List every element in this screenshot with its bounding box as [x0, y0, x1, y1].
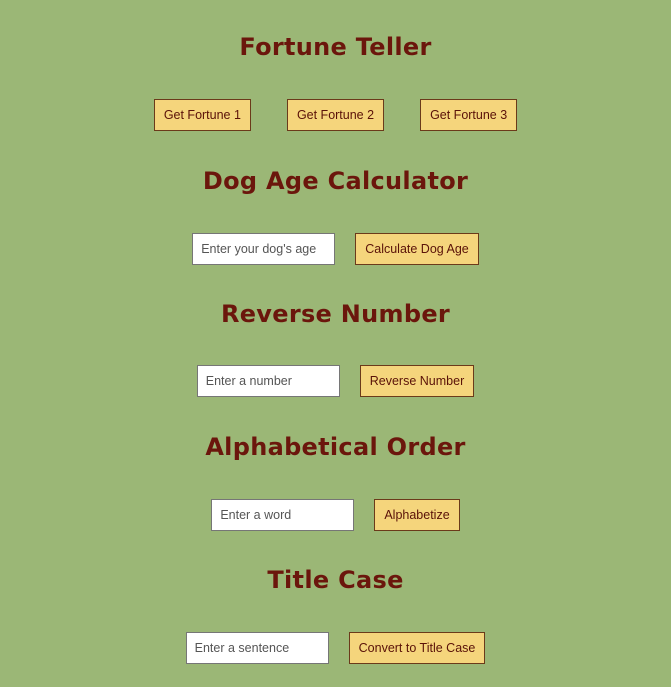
title-case-row: Convert to Title Case [0, 632, 671, 664]
title-case-heading: Title Case [267, 566, 404, 594]
alphabetical-order-row: Alphabetize [0, 499, 671, 531]
convert-to-title-case-button[interactable]: Convert to Title Case [348, 632, 486, 664]
alphabetize-button[interactable]: Alphabetize [374, 499, 460, 531]
get-fortune-3-button[interactable]: Get Fortune 3 [420, 99, 518, 131]
calculate-dog-age-button[interactable]: Calculate Dog Age [355, 233, 479, 265]
reverse-number-heading: Reverse Number [220, 300, 451, 328]
fortune-button-row: Get Fortune 1 Get Fortune 2 Get Fortune … [0, 99, 671, 131]
reverse-number-section: Reverse Number Reverse Number [0, 265, 671, 397]
dog-age-section: Dog Age Calculator Calculate Dog Age [0, 131, 671, 265]
alphabetical-order-section: Alphabetical Order Alphabetize [0, 397, 671, 531]
fortune-teller-heading: Fortune Teller [239, 33, 432, 61]
reverse-number-row: Reverse Number [0, 365, 671, 397]
dog-age-heading: Dog Age Calculator [202, 167, 469, 195]
get-fortune-2-button[interactable]: Get Fortune 2 [286, 99, 385, 131]
get-fortune-1-button[interactable]: Get Fortune 1 [153, 99, 251, 131]
number-input[interactable] [196, 365, 340, 397]
dog-age-input[interactable] [192, 233, 336, 265]
fortune-teller-section: Fortune Teller Get Fortune 1 Get Fortune… [0, 0, 671, 131]
alphabetical-order-heading: Alphabetical Order [205, 433, 466, 461]
title-case-section: Title Case Convert to Title Case [0, 531, 671, 664]
word-input[interactable] [211, 499, 355, 531]
sentence-input[interactable] [185, 632, 329, 664]
dog-age-row: Calculate Dog Age [0, 233, 671, 265]
reverse-number-button[interactable]: Reverse Number [359, 365, 475, 397]
